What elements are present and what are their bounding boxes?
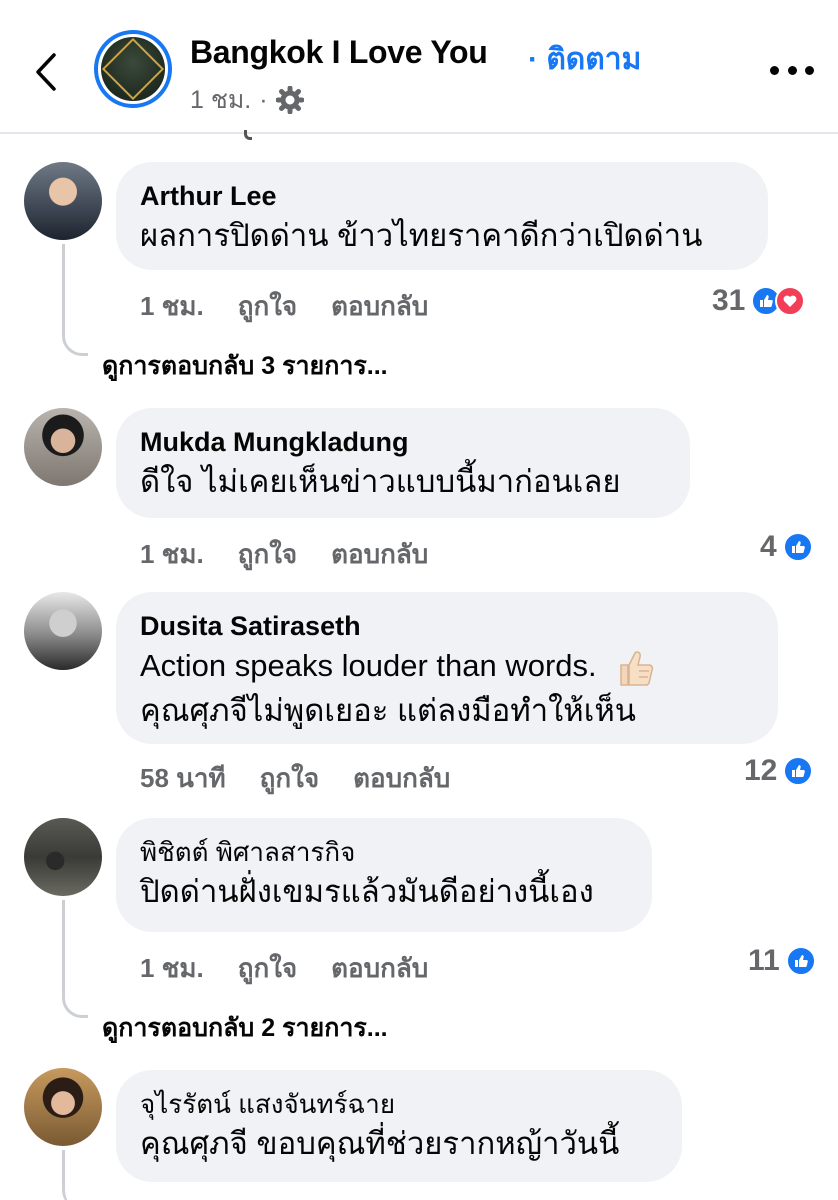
comment-line-wrapper: Action speaks louder than words. xyxy=(140,644,754,689)
avatar[interactable] xyxy=(24,408,102,486)
like-icon xyxy=(785,946,816,976)
comment-time[interactable]: 1 ชม. xyxy=(140,286,204,327)
like-button[interactable]: ถูกใจ xyxy=(238,948,297,989)
comment-bubble[interactable]: Dusita Satiraseth Action speaks louder t… xyxy=(116,592,778,744)
reply-button[interactable]: ตอบกลับ xyxy=(331,948,428,989)
comment-bubble[interactable]: Arthur Lee ผลการปิดด่าน ข้าวไทยราคาดีกว่… xyxy=(116,162,768,270)
view-replies-link[interactable]: ดูการตอบกลับ 3 รายการ... xyxy=(102,346,388,386)
meta-separator: · xyxy=(259,85,268,114)
reply-thread-line xyxy=(62,900,88,1018)
back-button[interactable] xyxy=(22,44,70,100)
reply-button[interactable]: ตอบกลับ xyxy=(353,758,450,799)
reaction-summary[interactable]: 12 xyxy=(744,754,814,788)
comment-actions: 1 ชม. ถูกใจ ตอบกลับ xyxy=(140,534,428,575)
comment-text: Action speaks louder than words. xyxy=(140,648,597,683)
comment-bubble[interactable]: จุไรรัตน์ แสงจันทร์ฉาย คุณศุภจี ขอบคุณที… xyxy=(116,1070,682,1182)
reaction-count: 31 xyxy=(712,284,746,317)
reaction-summary[interactable]: 4 xyxy=(760,530,813,564)
page-name[interactable]: Bangkok I Love You xyxy=(190,34,488,71)
comment-author[interactable]: พิชิตต์ พิศาลสารกิจ xyxy=(140,834,628,870)
page-avatar[interactable] xyxy=(94,30,172,108)
more-dot xyxy=(805,65,814,75)
reaction-count: 11 xyxy=(748,944,780,977)
reaction-count: 12 xyxy=(744,754,778,787)
reply-button[interactable]: ตอบกลับ xyxy=(331,534,428,575)
reaction-summary[interactable]: 31 xyxy=(712,284,806,318)
comment-author[interactable]: จุไรรัตน์ แสงจันทร์ฉาย xyxy=(140,1086,658,1122)
comment-actions: 1 ชม. ถูกใจ ตอบกลับ xyxy=(140,948,428,989)
globe-gear-icon xyxy=(275,86,304,114)
reply-button[interactable]: ตอบกลับ xyxy=(331,286,428,327)
reaction-summary[interactable]: 11 xyxy=(748,944,816,978)
comment-text: คุณศุภจี ขอบคุณที่ช่วยรากหญ้าวันนี้ xyxy=(140,1126,620,1161)
like-button[interactable]: ถูกใจ xyxy=(260,758,319,799)
comment-text: ผลการปิดด่าน ข้าวไทยราคาดีกว่าเปิดด่าน xyxy=(140,218,703,253)
comment-bubble[interactable]: พิชิตต์ พิศาลสารกิจ ปิดด่านฝั่งเขมรแล้วม… xyxy=(116,818,652,932)
post-header: Bangkok I Love You · ติดตาม 1 ชม. · xyxy=(0,0,838,134)
like-button[interactable]: ถูกใจ xyxy=(238,534,297,575)
follow-button[interactable]: · ติดตาม xyxy=(528,36,641,83)
comment-time[interactable]: 1 ชม. xyxy=(140,948,204,989)
comment-author[interactable]: Mukda Mungkladung xyxy=(140,424,666,460)
reaction-count: 4 xyxy=(760,530,777,563)
partial-thread-line xyxy=(244,130,252,140)
more-options-button[interactable] xyxy=(770,58,814,82)
avatar[interactable] xyxy=(24,162,102,240)
post-time: 1 ชม. xyxy=(190,86,252,114)
more-dot xyxy=(787,65,797,75)
more-dots-icon xyxy=(770,65,779,75)
comment-time[interactable]: 58 นาที xyxy=(140,758,226,799)
like-icon xyxy=(782,532,813,562)
comment-author[interactable]: Dusita Satiraseth xyxy=(140,608,754,644)
comment-bubble[interactable]: Mukda Mungkladung ดีใจ ไม่เคยเห็นข่าวแบบ… xyxy=(116,408,690,518)
like-icon xyxy=(783,756,814,786)
reply-thread-line xyxy=(62,1150,88,1200)
view-replies-link[interactable]: ดูการตอบกลับ 2 รายการ... xyxy=(102,1008,388,1048)
comment-text: ดีใจ ไม่เคยเห็นข่าวแบบนี้มาก่อนเลย xyxy=(140,464,621,499)
comment-text-line-2: คุณศุภจีไม่พูดเยอะ แต่ลงมือทำให้เห็น xyxy=(140,692,636,728)
avatar[interactable] xyxy=(24,592,102,670)
comment-author[interactable]: Arthur Lee xyxy=(140,178,744,214)
thumbs-up-emoji-icon xyxy=(620,651,654,686)
reply-thread-line xyxy=(62,244,88,356)
avatar[interactable] xyxy=(24,818,102,896)
avatar[interactable] xyxy=(24,1068,102,1146)
love-icon xyxy=(775,286,806,316)
like-button[interactable]: ถูกใจ xyxy=(238,286,297,327)
back-chevron-icon xyxy=(36,53,56,91)
comment-text: ปิดด่านฝั่งเขมรแล้วมันดีอย่างนี้เอง xyxy=(140,874,594,909)
comment-time[interactable]: 1 ชม. xyxy=(140,534,204,575)
comment-actions: 58 นาที ถูกใจ ตอบกลับ xyxy=(140,758,450,799)
comment-actions: 1 ชม. ถูกใจ ตอบกลับ xyxy=(140,286,428,327)
post-meta: 1 ชม. · xyxy=(190,80,304,120)
